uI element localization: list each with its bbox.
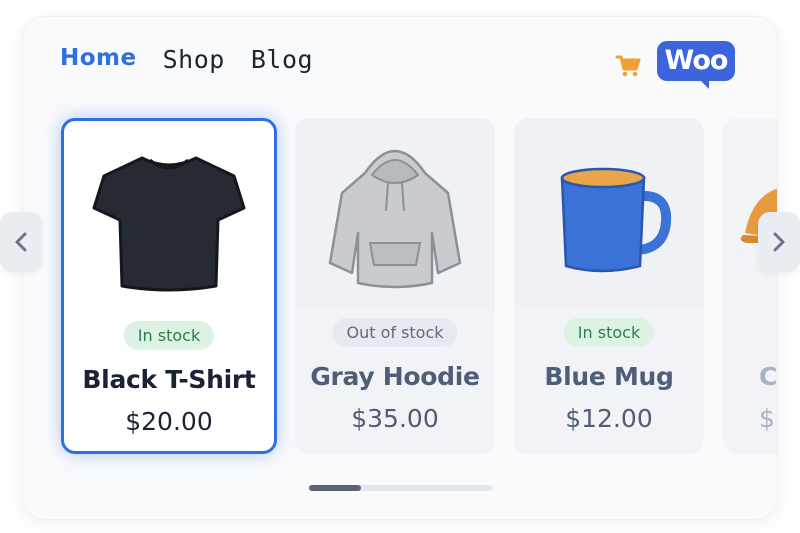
product-card-blue-mug[interactable]: In stock Blue Mug $12.00	[514, 118, 704, 454]
prev-button[interactable]	[0, 212, 42, 272]
product-price: $35.00	[351, 404, 439, 433]
carousel-scroll-indicator[interactable]	[309, 485, 493, 491]
nav-blog[interactable]: Blog	[251, 45, 313, 74]
product-image-area	[295, 118, 495, 308]
product-image-area	[64, 121, 274, 311]
nav-home[interactable]: Home	[60, 45, 137, 74]
product-image-area	[514, 118, 704, 308]
scroll-indicator-thumb[interactable]	[309, 485, 361, 491]
product-card-black-tshirt[interactable]: In stock Black T-Shirt $20.00	[61, 118, 277, 454]
cart-icon[interactable]	[614, 51, 642, 79]
t-shirt-icon	[92, 156, 246, 292]
woo-logo-tail	[699, 79, 709, 89]
product-price: $	[759, 404, 775, 433]
product-price: $12.00	[565, 404, 653, 433]
product-title: Blue Mug	[544, 362, 674, 391]
main-nav: Home Shop Blog	[60, 45, 313, 74]
product-title: Gray Hoodie	[310, 362, 480, 391]
chevron-left-icon	[15, 232, 27, 252]
next-button[interactable]	[758, 212, 800, 272]
product-title: C	[759, 362, 778, 391]
stock-badge: Out of stock	[332, 318, 458, 347]
mug-icon	[560, 167, 672, 273]
product-card-gray-hoodie[interactable]: Out of stock Gray Hoodie $35.00	[295, 118, 495, 454]
stock-badge: In stock	[563, 318, 655, 347]
product-carousel-panel: Home Shop Blog Woo In stock Black T-Shir…	[22, 16, 778, 520]
product-title: Black T-Shirt	[82, 365, 256, 394]
chevron-right-icon	[773, 232, 785, 252]
stock-badge: In stock	[123, 321, 215, 350]
nav-shop[interactable]: Shop	[163, 45, 225, 74]
product-card-partial[interactable]: C $	[723, 118, 778, 454]
product-price: $20.00	[125, 407, 213, 436]
woo-logo[interactable]: Woo	[657, 41, 735, 81]
hoodie-icon	[328, 149, 462, 289]
